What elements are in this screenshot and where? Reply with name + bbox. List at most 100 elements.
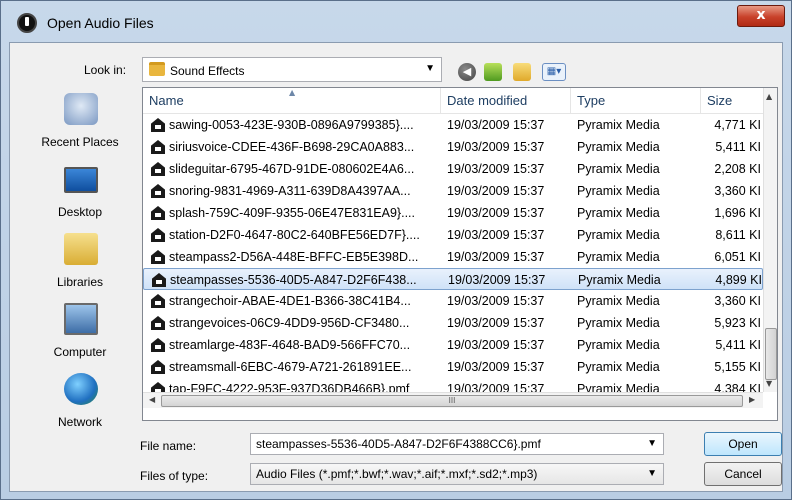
file-name-combo[interactable]: steampasses-5536-40D5-A847-D2F6F4388CC6}… <box>250 433 664 455</box>
pyramix-file-icon <box>151 338 165 352</box>
scroll-down-icon[interactable]: ▼ <box>766 379 772 388</box>
horizontal-scrollbar[interactable]: ◀ III ▶ <box>143 392 763 408</box>
pyramix-file-icon <box>151 360 165 374</box>
file-name-cell: siriusvoice-CDEE-436F-B698-29CA0A883... <box>169 140 415 154</box>
vertical-scroll-thumb[interactable] <box>765 328 777 380</box>
file-type-dropdown[interactable]: Audio Files (*.pmf;*.bwf;*.wav;*.aif;*.m… <box>250 463 664 485</box>
file-date-cell: 19/03/2009 15:37 <box>447 250 545 264</box>
file-row[interactable]: streamlarge-483F-4648-BAD9-566FFC70... 19… <box>143 334 763 356</box>
network-icon <box>64 373 98 405</box>
place-label: Network <box>57 415 102 429</box>
file-row[interactable]: siriusvoice-CDEE-436F-B698-29CA0A883... 1… <box>143 136 763 158</box>
close-button[interactable]: x <box>737 5 785 27</box>
file-type-cell: Pyramix Media <box>577 140 660 154</box>
file-name-cell: steampass2-D56A-448E-BFFC-EB5E398D... <box>169 250 419 264</box>
file-name-cell: snoring-9831-4969-A311-639D8A4397AA... <box>169 184 411 198</box>
file-size-cell: 5,411 KI <box>715 140 761 154</box>
title-bar[interactable]: Open Audio Files x <box>1 1 791 33</box>
file-type-cell: Pyramix Media <box>577 162 660 176</box>
look-in-dropdown[interactable]: Sound Effects ▼ <box>142 57 442 82</box>
file-date-cell: 19/03/2009 15:37 <box>448 273 546 287</box>
libraries-icon <box>64 233 98 265</box>
file-row[interactable]: steampass2-D56A-448E-BFFC-EB5E398D... 19/… <box>143 246 763 268</box>
scroll-right-icon[interactable]: ▶ <box>749 395 755 404</box>
chevron-down-icon[interactable]: ▼ <box>647 464 657 484</box>
pyramix-file-icon <box>151 316 165 330</box>
back-icon[interactable]: ◀ <box>458 63 476 81</box>
cancel-button[interactable]: Cancel <box>704 462 782 486</box>
new-folder-icon[interactable] <box>513 63 531 81</box>
file-size-cell: 2,208 KI <box>714 162 761 176</box>
file-type-cell: Pyramix Media <box>577 206 660 220</box>
file-type-cell: Pyramix Media <box>577 118 660 132</box>
file-row[interactable]: sawing-0053-423E-930B-0896A9799385}.... 1… <box>143 114 763 136</box>
file-type-cell: Pyramix Media <box>577 382 660 392</box>
file-name-cell: station-D2F0-4647-80C2-640BFE56ED7F}.... <box>169 228 420 242</box>
place-network[interactable]: Network <box>24 373 136 439</box>
file-type-cell: Pyramix Media <box>577 184 660 198</box>
pyramix-file-icon <box>151 140 165 154</box>
scroll-left-icon[interactable]: ◀ <box>149 395 155 404</box>
file-row[interactable]: streamsmall-6EBC-4679-A721-261891EE... 19… <box>143 356 763 378</box>
column-header-type[interactable]: Type <box>571 88 701 114</box>
file-size-cell: 4,899 KI <box>715 273 762 287</box>
file-type-cell: Pyramix Media <box>577 294 660 308</box>
pyramix-file-icon <box>151 228 165 242</box>
file-type-cell: Pyramix Media <box>577 250 660 264</box>
file-name-cell: streamsmall-6EBC-4679-A721-261891EE... <box>169 360 412 374</box>
pyramix-file-icon <box>151 382 165 392</box>
file-row[interactable]: tap-F9FC-4222-953F-937D36DB466B}.pmf 19/0… <box>143 378 763 392</box>
open-audio-files-dialog: Open Audio Files x Look in: Sound Effect… <box>0 0 792 500</box>
chevron-down-icon: ▼ <box>425 63 435 74</box>
look-in-label: Look in: <box>84 63 127 77</box>
column-header-size[interactable]: Size <box>701 88 763 114</box>
file-type-label: Files of type: <box>140 469 209 483</box>
window-title: Open Audio Files <box>47 15 154 31</box>
look-in-value: Sound Effects <box>170 64 245 78</box>
place-label: Libraries <box>56 275 104 289</box>
open-button[interactable]: Open <box>704 432 782 456</box>
place-recent-places[interactable]: Recent Places <box>24 93 136 159</box>
file-date-cell: 19/03/2009 15:37 <box>447 360 545 374</box>
vertical-scrollbar[interactable]: ▲ ▼ <box>763 88 777 392</box>
pyramix-file-icon <box>151 184 165 198</box>
file-row[interactable]: strangevoices-06C9-4DD9-956D-CF3480... 19… <box>143 312 763 334</box>
place-label: Desktop <box>57 205 103 219</box>
file-date-cell: 19/03/2009 15:37 <box>447 162 545 176</box>
file-size-cell: 1,696 KI <box>714 206 761 220</box>
file-row[interactable]: slideguitar-6795-467D-91DE-080602E4A6...… <box>143 158 763 180</box>
chevron-down-icon[interactable]: ▼ <box>647 434 657 454</box>
file-row[interactable]: snoring-9831-4969-A311-639D8A4397AA... 19… <box>143 180 763 202</box>
file-date-cell: 19/03/2009 15:37 <box>447 338 545 352</box>
file-row[interactable]: splash-759C-409F-9355-06E47E831EA9}.... 1… <box>143 202 763 224</box>
pyramix-file-icon <box>151 162 165 176</box>
file-row[interactable]: station-D2F0-4647-80C2-640BFE56ED7F}....… <box>143 224 763 246</box>
file-size-cell: 4,384 KI <box>714 382 761 392</box>
file-size-cell: 6,051 KI <box>714 250 761 264</box>
place-desktop[interactable]: Desktop <box>24 163 136 229</box>
place-label: Computer <box>53 345 107 359</box>
file-name-value: steampasses-5536-40D5-A847-D2F6F4388CC6}… <box>256 437 541 451</box>
pyramix-file-icon <box>151 294 165 308</box>
scroll-up-icon[interactable]: ▲ <box>766 92 772 101</box>
file-row[interactable]: strangechoir-ABAE-4DE1-B366-38C41B4... 19… <box>143 290 763 312</box>
up-folder-icon[interactable] <box>484 63 502 81</box>
file-name-cell: tap-F9FC-4222-953F-937D36DB466B}.pmf <box>169 382 410 392</box>
file-row[interactable]: steampasses-5536-40D5-A847-D2F6F438... 19… <box>143 268 763 290</box>
desktop-icon <box>64 167 98 193</box>
horizontal-scroll-thumb[interactable]: III <box>161 395 743 407</box>
file-type-cell: Pyramix Media <box>577 360 660 374</box>
file-type-cell: Pyramix Media <box>577 316 660 330</box>
computer-icon <box>64 303 98 335</box>
file-date-cell: 19/03/2009 15:37 <box>447 184 545 198</box>
file-date-cell: 19/03/2009 15:37 <box>447 206 545 220</box>
place-libraries[interactable]: Libraries <box>24 233 136 299</box>
views-menu-icon[interactable]: ▦▾ <box>542 63 566 81</box>
folder-icon <box>149 62 165 76</box>
column-header-date[interactable]: Date modified <box>441 88 571 114</box>
file-size-cell: 5,923 KI <box>714 316 761 330</box>
place-computer[interactable]: Computer <box>24 303 136 369</box>
file-name-cell: steampasses-5536-40D5-A847-D2F6F438... <box>170 273 417 287</box>
pyramix-file-icon <box>152 273 166 287</box>
file-date-cell: 19/03/2009 15:37 <box>447 140 545 154</box>
